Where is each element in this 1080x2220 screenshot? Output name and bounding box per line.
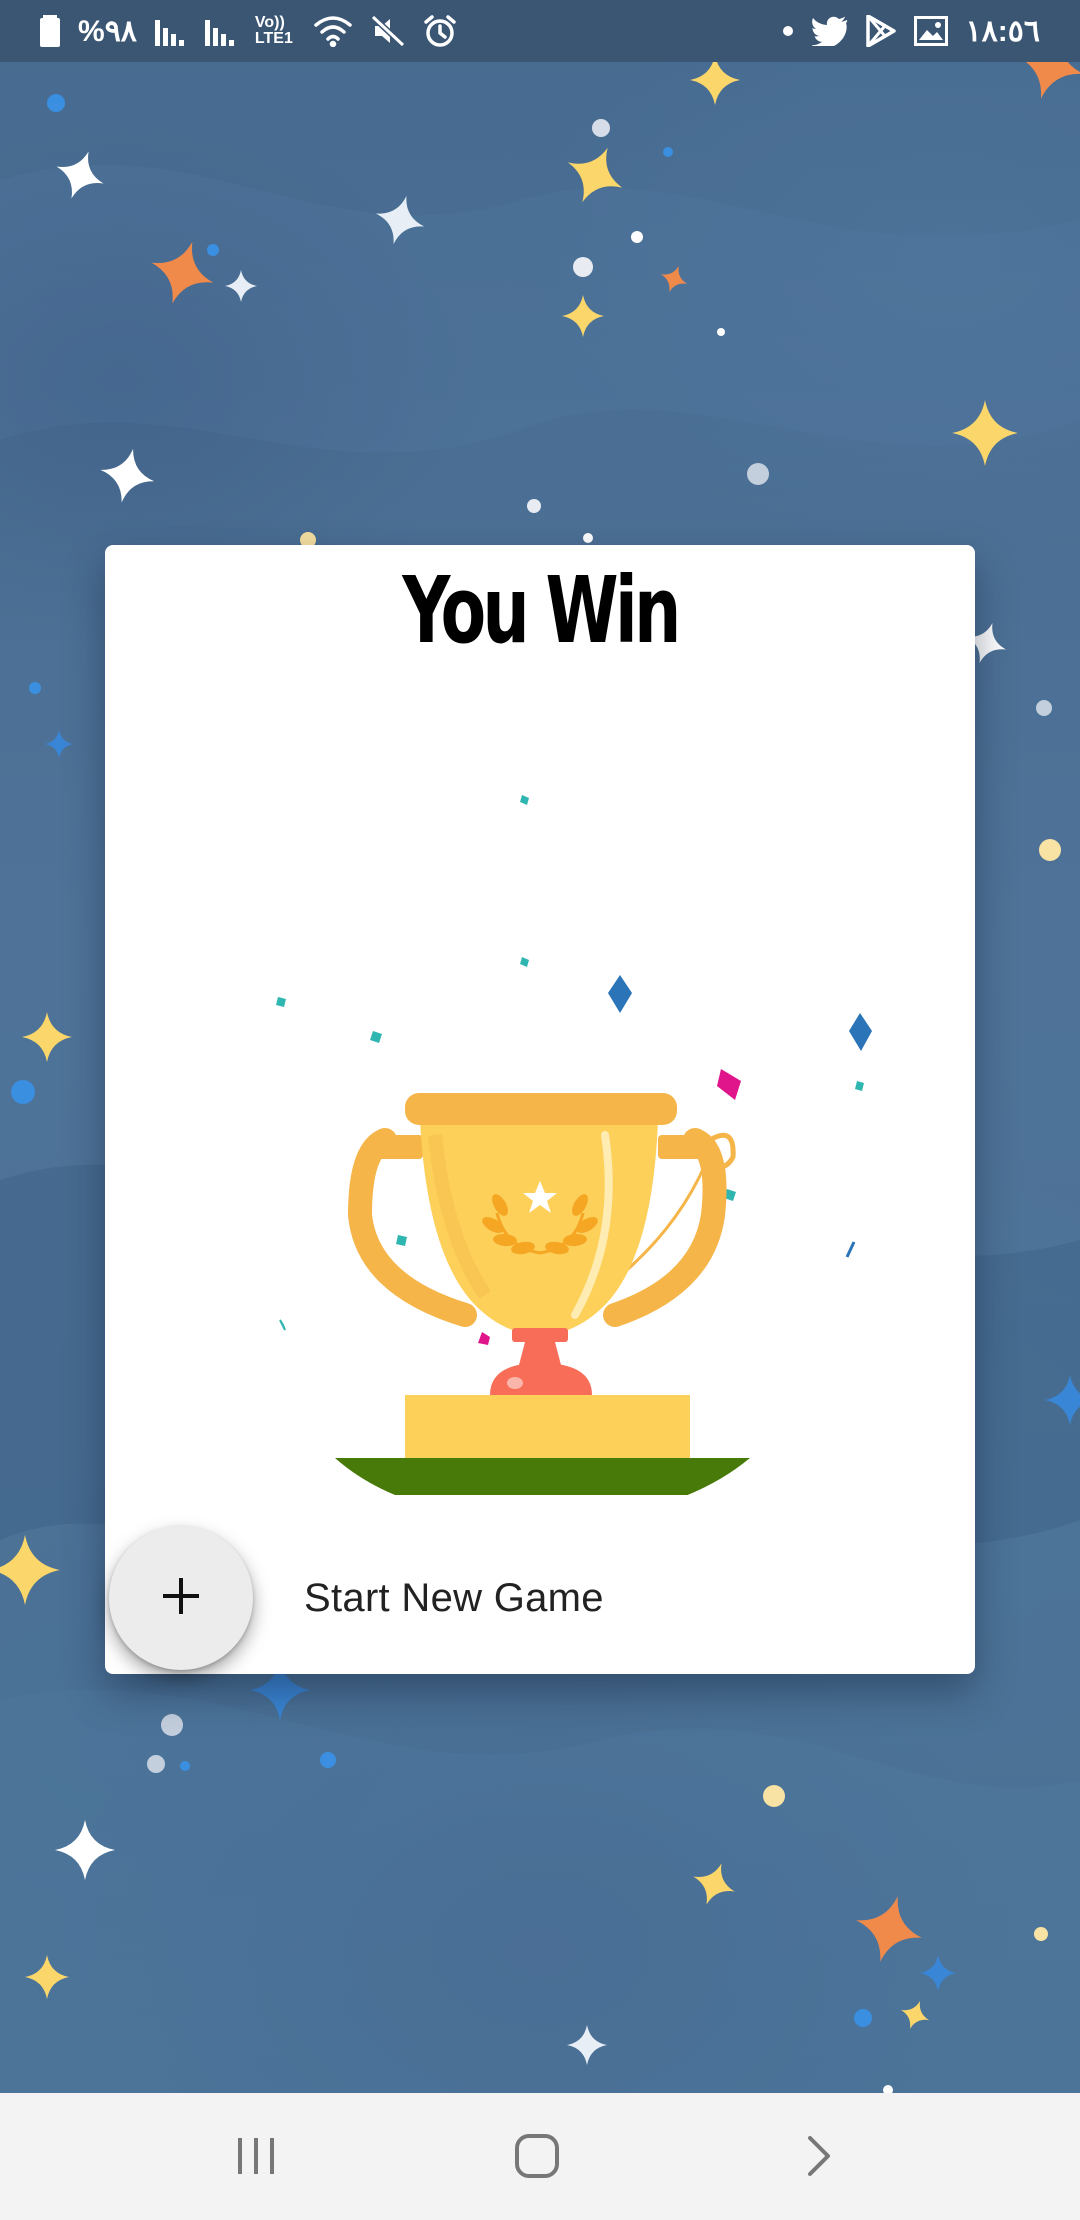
gallery-icon: [913, 16, 948, 46]
status-bar: %٩٨ Vo)) LTE1 ١٨:٥٦: [0, 0, 1080, 62]
volte-icon: Vo)) LTE1: [254, 14, 293, 47]
twitter-icon: [811, 16, 848, 46]
home-icon: [514, 2133, 560, 2184]
battery-percent: %٩٨: [78, 14, 137, 48]
plus-icon: [161, 1576, 201, 1621]
battery-icon: [40, 15, 60, 47]
play-store-icon: [865, 15, 896, 47]
start-new-game-label[interactable]: Start New Game: [304, 1576, 604, 1621]
recents-button[interactable]: [221, 2123, 291, 2193]
clock: ١٨:٥٦: [965, 14, 1040, 48]
wifi-icon: [313, 15, 353, 47]
trophy-icon: [276, 795, 872, 1495]
signal-icon: [154, 16, 187, 46]
start-new-game-button[interactable]: [109, 1526, 253, 1670]
navigation-bar: [0, 2093, 1080, 2220]
mute-icon: [370, 15, 405, 47]
win-dialog: You Win Start New Game: [105, 545, 975, 1674]
signal-icon: [204, 16, 237, 46]
status-right-group: ١٨:٥٦: [782, 14, 1040, 49]
back-button[interactable]: [784, 2123, 854, 2193]
dialog-title: You Win: [402, 557, 681, 664]
dot-icon: [782, 25, 794, 37]
home-button[interactable]: [502, 2123, 572, 2193]
recents-icon: [234, 2136, 278, 2181]
back-icon: [804, 2134, 834, 2183]
alarm-icon: [423, 14, 457, 48]
status-left-group: %٩٨ Vo)) LTE1: [40, 14, 457, 49]
